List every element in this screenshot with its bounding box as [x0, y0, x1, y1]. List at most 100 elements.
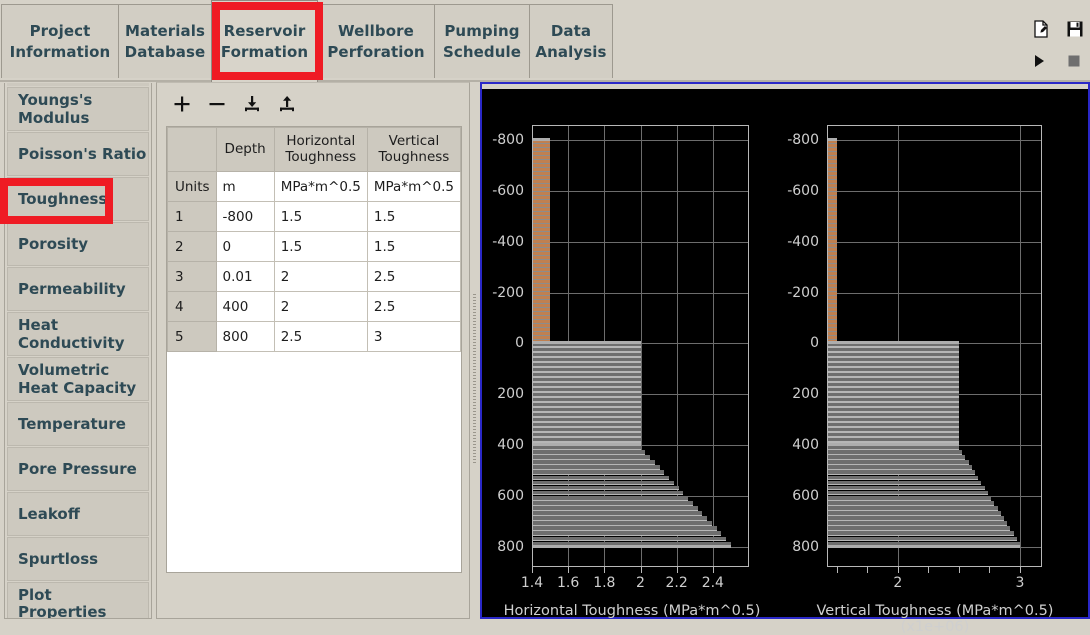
table-header-cell[interactable]: Horizontal Toughness — [273, 127, 368, 172]
y-tick-label: 400 — [792, 437, 819, 454]
new-document-icon[interactable] — [1032, 20, 1050, 38]
sidebar-top-spacer — [7, 83, 149, 86]
table-cell[interactable]: 1.5 — [273, 201, 368, 232]
tab-data-analysis[interactable]: Data Analysis — [529, 4, 613, 78]
table-cell[interactable]: 0.01 — [215, 261, 275, 292]
y-tick-label: 800 — [792, 538, 819, 555]
row-index-cell[interactable]: 5 — [167, 321, 217, 352]
save-icon[interactable] — [1066, 20, 1084, 38]
sidebar-item-spurtloss[interactable]: Spurtloss — [7, 537, 149, 581]
table-cell[interactable]: 400 — [215, 291, 275, 322]
x-minor-tick-mark — [867, 567, 869, 573]
table-cell[interactable]: 800 — [215, 321, 275, 352]
sidebar-item-volumetric-heat-capacity[interactable]: Volumetric Heat Capacity — [7, 357, 149, 401]
tab-materials-database[interactable]: Materials Database — [118, 4, 212, 78]
table-header-row: Depth Horizontal Toughness Vertical Toughn… — [167, 127, 461, 172]
sidebar-item-label: Volumetric Heat Capacity — [18, 361, 137, 397]
import-icon[interactable] — [239, 91, 265, 117]
sidebar-item-label: Leakoff — [18, 505, 80, 523]
y-tick-label: 400 — [497, 437, 524, 454]
tab-reservoir-formation[interactable]: Reservoir Formation — [211, 0, 318, 82]
x-tick-label: 1.8 — [593, 575, 616, 591]
table-cell[interactable]: 2 — [273, 261, 368, 292]
table-row[interactable]: 1 -800 1.5 1.5 — [167, 201, 461, 232]
sidebar-item-temperature[interactable]: Temperature — [7, 402, 149, 446]
y-tick-label: 0 — [515, 335, 524, 352]
row-index-cell[interactable]: 1 — [167, 201, 217, 232]
table-cell[interactable]: 0 — [215, 231, 275, 262]
left-pane: Youngs's Modulus Poisson's Ratio Toughness… — [0, 82, 478, 619]
properties-grid[interactable]: Depth Horizontal Toughness Vertical Toughn… — [166, 126, 462, 573]
x-tick-label: 3 — [1015, 575, 1025, 591]
sidebar-item-plot-properties[interactable]: Plot Properties — [7, 582, 149, 618]
table-cell[interactable]: 2.5 — [273, 321, 368, 352]
horizontal-toughness-chart[interactable]: -800 -600 -400 -200 0 200 400 600 800 1.4 1.6 1.8 2 2… — [482, 89, 782, 619]
table-row[interactable]: 2 0 1.5 1.5 — [167, 231, 461, 262]
table-cell[interactable]: 1.5 — [366, 201, 461, 232]
sidebar-item-label: Spurtloss — [18, 550, 99, 568]
sidebar-item-toughness[interactable]: Toughness — [7, 177, 149, 221]
tab-pumping-schedule[interactable]: Pumping Schedule — [434, 4, 530, 78]
y-tick-label: 200 — [792, 386, 819, 403]
tab-label: Wellbore Perforation — [327, 22, 425, 61]
panel-splitter[interactable] — [470, 82, 480, 619]
sidebar-item-label: Porosity — [18, 235, 89, 253]
run-icon[interactable] — [1033, 53, 1051, 71]
x-tick-mark — [897, 567, 899, 573]
table-cell[interactable]: 3 — [366, 321, 461, 352]
sidebar-item-label: Poisson's Ratio — [18, 145, 147, 163]
y-tick-label: -800 — [787, 132, 819, 149]
remove-row-button[interactable] — [204, 91, 230, 117]
stop-icon[interactable] — [1067, 53, 1085, 71]
table-row[interactable]: 5 800 2.5 3 — [167, 321, 461, 352]
sidebar-item-youngs-s-modulus[interactable]: Youngs's Modulus — [7, 87, 149, 131]
table-row[interactable]: 3 0.01 2 2.5 — [167, 261, 461, 292]
x-minor-tick-mark — [958, 567, 960, 573]
axes-frame — [532, 125, 749, 567]
x-minor-tick-mark — [1020, 567, 1021, 573]
sidebar-item-porosity[interactable]: Porosity — [7, 222, 149, 266]
table-cell[interactable]: -800 — [215, 201, 275, 232]
plot-panel: -800 -600 -400 -200 0 200 400 600 800 1.4 1.6 1.8 2 2… — [480, 82, 1090, 635]
vertical-toughness-chart[interactable]: -800 -600 -400 -200 0 200 400 600 800 2 3 Vertical … — [782, 89, 1088, 635]
table-row[interactable]: Units m MPa*m^0.5 MPa*m^0.5 — [167, 171, 461, 202]
table-header-cell[interactable] — [167, 127, 217, 172]
table-cell[interactable]: 1.5 — [273, 231, 368, 262]
table-header-cell[interactable]: Vertical Toughness — [366, 127, 461, 172]
table-cell[interactable]: 2.5 — [366, 291, 461, 322]
tab-project-information[interactable]: Project Information — [1, 4, 119, 78]
y-tick-label: 200 — [497, 386, 524, 403]
x-minor-tick-mark — [928, 567, 930, 573]
table-cell[interactable]: MPa*m^0.5 — [273, 171, 368, 202]
x-tick-label: 1.6 — [557, 575, 580, 591]
x-tick-label: 2 — [893, 575, 903, 591]
row-index-cell[interactable]: 3 — [167, 261, 217, 292]
property-sidebar[interactable]: Youngs's Modulus Poisson's Ratio Toughness… — [4, 83, 152, 619]
sidebar-item-heat-conductivity[interactable]: Heat Conductivity — [7, 312, 149, 356]
table-row[interactable]: 4 400 2 2.5 — [167, 291, 461, 322]
table-cell[interactable]: 1.5 — [366, 231, 461, 262]
x-tick-label: 2.4 — [701, 575, 724, 591]
table-cell[interactable]: 2.5 — [366, 261, 461, 292]
row-index-cell[interactable]: 2 — [167, 231, 217, 262]
add-row-button[interactable] — [169, 91, 195, 117]
table-cell[interactable]: MPa*m^0.5 — [366, 171, 461, 202]
table-cell[interactable]: m — [215, 171, 275, 202]
sidebar-item-label: Permeability — [18, 280, 126, 298]
table-header-cell[interactable]: Depth — [215, 127, 275, 172]
tab-wellbore-perforation[interactable]: Wellbore Perforation — [317, 4, 435, 78]
splitter-grip[interactable] — [473, 294, 476, 464]
sidebar-item-leakoff[interactable]: Leakoff — [7, 492, 149, 536]
sidebar-item-poisson-s-ratio[interactable]: Poisson's Ratio — [7, 132, 149, 176]
row-index-cell[interactable]: 4 — [167, 291, 217, 322]
x-tick-mark — [568, 567, 570, 573]
row-index-cell[interactable]: Units — [167, 171, 217, 202]
y-tick-label: -800 — [492, 132, 524, 149]
sidebar-item-pore-pressure[interactable]: Pore Pressure — [7, 447, 149, 491]
y-tick-label: 600 — [497, 487, 524, 504]
table-cell[interactable]: 2 — [273, 291, 368, 322]
data-table-panel: Depth Horizontal Toughness Vertical Toughn… — [156, 82, 470, 619]
y-tick-label: -600 — [787, 183, 819, 200]
export-icon[interactable] — [274, 91, 300, 117]
sidebar-item-permeability[interactable]: Permeability — [7, 267, 149, 311]
